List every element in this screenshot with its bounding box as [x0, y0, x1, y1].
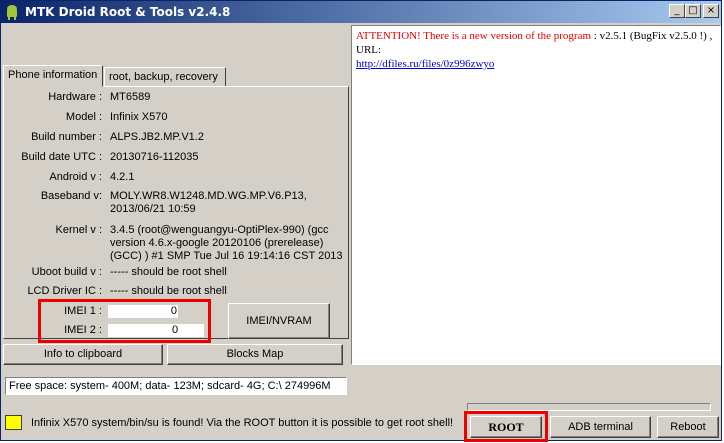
free-space-field: Free space: system- 400M; data- 123M; sd… — [5, 377, 347, 395]
kernel-value: 3.4.5 (root@wenguangyu-OptiPlex-990) (gc… — [110, 224, 343, 262]
blocks-map-button[interactable]: Blocks Map — [167, 344, 343, 365]
close-button[interactable]: × — [703, 4, 719, 18]
adb-terminal-button[interactable]: ADB terminal — [550, 416, 651, 438]
progress-bar — [467, 403, 711, 411]
log-area[interactable]: ATTENTION! There is a new version of the… — [351, 25, 721, 365]
imei-highlight-outline — [38, 299, 211, 343]
tab-root-backup-recovery[interactable]: root, backup, recovery — [104, 67, 226, 87]
hardware-label: Hardware : — [48, 91, 102, 103]
log-update-link[interactable]: http://dfiles.ru/files/0z996zwyo — [356, 58, 494, 70]
android-version-value: 4.2.1 — [110, 171, 135, 183]
uboot-label: Uboot build v : — [31, 266, 102, 278]
build-date-value: 20130716-112035 — [110, 151, 199, 163]
window-title: MTK Droid Root & Tools v2.4.8 — [25, 5, 231, 19]
build-date-label: Build date UTC : — [21, 151, 102, 163]
status-text: Infinix X570 system/bin/su is found! Via… — [31, 417, 454, 429]
log-attention: ATTENTION! There is a new version of the… — [356, 30, 592, 42]
info-to-clipboard-button[interactable]: Info to clipboard — [3, 344, 163, 365]
baseband-label: Baseband v: — [40, 190, 102, 202]
root-highlight-outline — [464, 411, 548, 442]
model-value: Infinix X570 — [110, 111, 168, 123]
lcd-label: LCD Driver IC : — [27, 285, 102, 297]
uboot-value: ----- should be root shell — [110, 266, 227, 278]
minimize-button[interactable]: _ — [669, 4, 685, 18]
main-window: MTK Droid Root & Tools v2.4.8 _ □ × Phon… — [0, 0, 722, 442]
reboot-button[interactable]: Reboot — [657, 416, 719, 438]
hardware-value: MT6589 — [110, 91, 151, 103]
android-icon — [7, 5, 17, 20]
model-label: Model : — [65, 111, 102, 123]
title-bar[interactable]: MTK Droid Root & Tools v2.4.8 _ □ × — [1, 1, 721, 23]
status-indicator — [5, 415, 22, 430]
maximize-button[interactable]: □ — [685, 4, 701, 18]
imei-nvram-button[interactable]: IMEI/NVRAM — [228, 303, 330, 339]
lcd-value: ----- should be root shell — [110, 285, 227, 297]
tab-phone-information[interactable]: Phone information — [3, 65, 103, 87]
baseband-value: MOLY.WR8.W1248.MD.WG.MP.V6.P13, 2013/06/… — [110, 190, 307, 215]
build-number-value: ALPS.JB2.MP.V1.2 — [110, 131, 204, 143]
kernel-label: Kernel v : — [55, 224, 102, 236]
android-version-label: Android v : — [49, 171, 102, 183]
build-number-label: Build number : — [31, 131, 102, 143]
